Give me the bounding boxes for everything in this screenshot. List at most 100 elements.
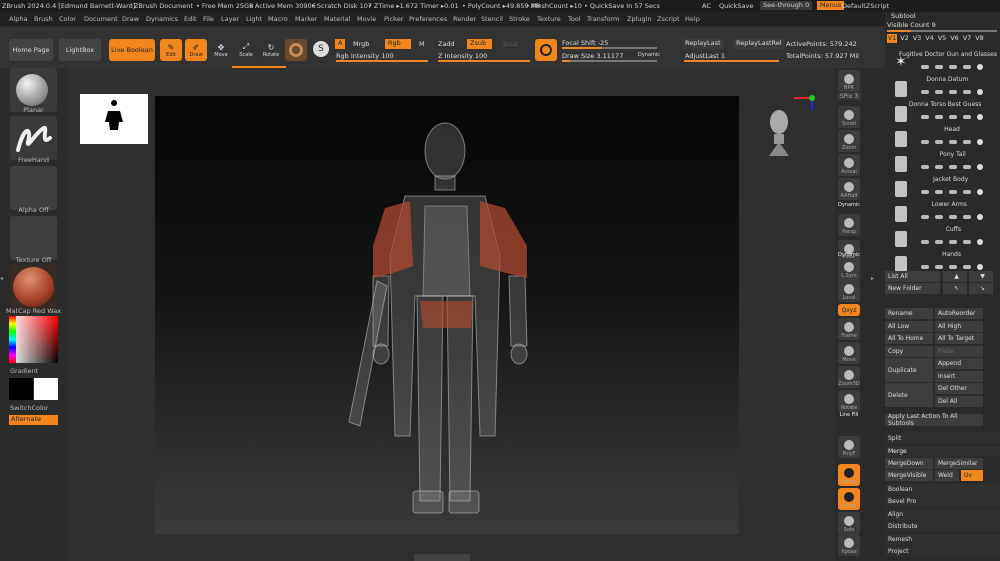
replay-last-button[interactable]: ReplayLast bbox=[682, 39, 724, 49]
subtool-item[interactable]: ✶ Fugitive Doctor Gun and Glasses bbox=[885, 51, 1000, 76]
hue-strip[interactable] bbox=[9, 316, 16, 363]
menu-stroke[interactable]: Stroke bbox=[509, 15, 530, 23]
menu-render[interactable]: Render bbox=[453, 15, 476, 23]
visibility-eye-icon[interactable] bbox=[977, 64, 983, 70]
subtool-toggle[interactable] bbox=[963, 165, 971, 169]
edit-button[interactable]: ✎ Edit bbox=[160, 39, 182, 61]
merge-down-button[interactable]: MergeDown bbox=[885, 458, 933, 469]
level-v2[interactable]: V2 bbox=[900, 34, 910, 43]
a-toggle[interactable]: A bbox=[335, 39, 346, 49]
delete-button[interactable]: Delete bbox=[885, 383, 933, 407]
visibility-eye-icon[interactable] bbox=[977, 189, 983, 195]
material-thumbnail[interactable] bbox=[10, 265, 57, 309]
visibility-eye-icon[interactable] bbox=[977, 139, 983, 145]
subtool-toggle[interactable] bbox=[935, 140, 943, 144]
focal-shift-slider[interactable] bbox=[562, 47, 657, 49]
l-sym-button[interactable]: L.Sym bbox=[838, 258, 860, 280]
subtool-brush-icon[interactable] bbox=[921, 190, 929, 194]
zoom3d-button[interactable]: Zoom3D bbox=[838, 366, 860, 388]
all-high-button[interactable]: All High bbox=[935, 321, 983, 332]
subtool-toggle[interactable] bbox=[963, 115, 971, 119]
persp-button[interactable]: Persp bbox=[838, 214, 860, 236]
draw-size-slider[interactable] bbox=[562, 60, 657, 62]
visibility-eye-icon[interactable] bbox=[977, 114, 983, 120]
menu-preferences[interactable]: Preferences bbox=[409, 15, 447, 23]
menu-zplugin[interactable]: Zplugin bbox=[627, 15, 652, 23]
actual-button[interactable]: Actual bbox=[838, 154, 860, 176]
scale-button[interactable]: ⤢ Scale bbox=[235, 39, 257, 61]
aahalf-button[interactable]: AAHalf bbox=[838, 178, 860, 200]
symmetry-button[interactable] bbox=[535, 39, 557, 61]
lightbox-button[interactable]: LightBox bbox=[59, 39, 101, 61]
menu-layer[interactable]: Layer bbox=[221, 15, 239, 23]
split-section[interactable]: Split bbox=[885, 433, 1000, 444]
see-through-slider[interactable]: See-through 0 bbox=[760, 1, 813, 10]
all-to-target-button[interactable]: All To Target bbox=[935, 333, 983, 344]
zadd-toggle[interactable]: Zadd bbox=[438, 40, 455, 48]
qxyz-button[interactable]: Qxyz bbox=[838, 304, 860, 316]
menu-texture[interactable]: Texture bbox=[537, 15, 561, 23]
menu-draw[interactable]: Draw bbox=[122, 15, 139, 23]
subtool-toggle[interactable] bbox=[935, 190, 943, 194]
subtool-poly-icon[interactable] bbox=[949, 115, 957, 119]
menu-zscript[interactable]: Zscript bbox=[657, 15, 680, 23]
subtool-item[interactable]: Head bbox=[885, 126, 1000, 151]
subtool-poly-icon[interactable] bbox=[949, 90, 957, 94]
merge-section[interactable]: Merge bbox=[885, 446, 1000, 457]
secondary-color-swatch[interactable] bbox=[34, 378, 58, 400]
subtool-poly-icon[interactable] bbox=[949, 215, 957, 219]
menu-material[interactable]: Material bbox=[324, 15, 350, 23]
subtool-item[interactable]: Donna Datum bbox=[885, 76, 1000, 101]
zcut-toggle[interactable]: Zcut bbox=[503, 40, 518, 48]
xpose-button[interactable]: Xpose bbox=[838, 534, 860, 556]
level-v6[interactable]: V6 bbox=[950, 34, 960, 43]
material-sphere-button[interactable] bbox=[285, 39, 307, 61]
paste-button[interactable]: Paste bbox=[935, 346, 983, 357]
visibility-eye-icon[interactable] bbox=[977, 214, 983, 220]
level-v3[interactable]: V3 bbox=[912, 34, 922, 43]
menu-movie[interactable]: Movie bbox=[357, 15, 376, 23]
insert-button[interactable]: Insert bbox=[935, 371, 983, 382]
menu-transform[interactable]: Transform bbox=[587, 15, 619, 23]
rename-button[interactable]: Rename bbox=[885, 308, 933, 319]
del-all-button[interactable]: Del All bbox=[935, 396, 983, 407]
color-picker[interactable] bbox=[9, 316, 58, 363]
adjust-last-slider[interactable] bbox=[684, 60, 779, 62]
zoom-button[interactable]: Zoom bbox=[838, 130, 860, 152]
subtool-item[interactable]: Pony Tail bbox=[885, 151, 1000, 176]
subtool-toggle[interactable] bbox=[963, 215, 971, 219]
live-boolean-button[interactable]: Live Boolean bbox=[109, 39, 155, 61]
subtool-brush-icon[interactable] bbox=[921, 265, 929, 269]
mrgb-toggle[interactable]: Mrgb bbox=[353, 40, 369, 48]
spotlight-icon[interactable]: S bbox=[313, 41, 329, 57]
subtool-poly-icon[interactable] bbox=[949, 190, 957, 194]
move-bottom-button[interactable]: ↘ bbox=[969, 283, 993, 294]
alternate-button[interactable]: Alternate bbox=[9, 415, 58, 425]
subtool-brush-icon[interactable] bbox=[921, 115, 929, 119]
visibility-eye-icon[interactable] bbox=[977, 264, 983, 270]
subtool-poly-icon[interactable] bbox=[949, 65, 957, 69]
texture-thumbnail[interactable] bbox=[10, 216, 57, 260]
subtool-item[interactable]: Donna Torso Best Guess bbox=[885, 101, 1000, 126]
menu-dynamics[interactable]: Dynamics bbox=[146, 15, 178, 23]
subtool-brush-icon[interactable] bbox=[921, 65, 929, 69]
subtool-item[interactable]: Lower Arms bbox=[885, 201, 1000, 226]
shelf-label-line-fill[interactable]: Line Fill bbox=[835, 412, 863, 418]
bottom-scroll-handle[interactable] bbox=[414, 554, 470, 561]
menu-edit[interactable]: Edit bbox=[184, 15, 197, 23]
move-button[interactable]: ✥ Move bbox=[210, 39, 232, 61]
subtool-toggle[interactable] bbox=[935, 265, 943, 269]
subtool-poly-icon[interactable] bbox=[949, 140, 957, 144]
scroll-button[interactable]: Scroll bbox=[838, 106, 860, 128]
level-v1[interactable]: V1 bbox=[887, 34, 897, 43]
menu-light[interactable]: Light bbox=[246, 15, 262, 23]
rotate-button[interactable]: Rotate bbox=[838, 390, 860, 412]
local-button[interactable]: Local bbox=[838, 280, 860, 302]
dynamic-toggle[interactable]: Dynamic bbox=[638, 52, 660, 58]
subtool-brush-icon[interactable] bbox=[921, 165, 929, 169]
level-v7[interactable]: V7 bbox=[962, 34, 972, 43]
quicksave-button[interactable]: QuickSave bbox=[719, 2, 753, 10]
3d-viewport[interactable] bbox=[155, 96, 739, 534]
ghost-button[interactable]: Ghost bbox=[838, 488, 860, 510]
transp-button[interactable]: Transp bbox=[838, 464, 860, 486]
